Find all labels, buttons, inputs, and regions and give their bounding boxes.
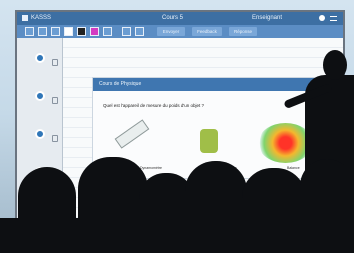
logo-icon (22, 15, 28, 21)
tool-toolbar: Envoyer Feedback Réponse (17, 25, 343, 38)
dynamometer-image (114, 119, 150, 149)
role-label: Enseignant (252, 15, 283, 21)
foreground-shadow (0, 218, 354, 253)
feedback-button[interactable]: Feedback (192, 27, 222, 36)
save-tool-icon[interactable] (135, 27, 144, 36)
lock-icon (52, 135, 58, 142)
undo-tool-icon[interactable] (122, 27, 131, 36)
pen-tool-icon[interactable] (38, 27, 47, 36)
slide-question: Quel est l'appareil de mesure du poids d… (103, 103, 205, 108)
send-button[interactable]: Envoyer (157, 27, 185, 36)
student-slot[interactable] (35, 129, 45, 139)
teacher-head (323, 50, 347, 80)
text-tool-icon[interactable] (103, 27, 112, 36)
user-icon[interactable] (319, 15, 325, 21)
lock-icon (52, 97, 58, 104)
brand-name: KASSS (31, 15, 52, 21)
menu-icon[interactable] (330, 16, 337, 21)
student-slot[interactable] (35, 91, 45, 101)
pointer-tool-icon[interactable] (25, 27, 34, 36)
app-title-bar: KASSS Cours 5 Enseignant (17, 12, 343, 25)
classroom-photo: KASSS Cours 5 Enseignant Envoyer Feedbac… (0, 0, 354, 253)
shape-tool-icon[interactable] (64, 27, 73, 36)
slide-title: Cours de Physique (93, 78, 338, 91)
caption-dynamometer: Dynamomètre (140, 166, 162, 170)
answer-button[interactable]: Réponse (229, 27, 257, 36)
course-title: Cours 5 (162, 15, 184, 21)
student-slot[interactable] (35, 53, 45, 63)
eraser-tool-icon[interactable] (51, 27, 60, 36)
magenta-pen-icon[interactable] (90, 27, 99, 36)
electronic-balance-image (200, 129, 218, 153)
color-tool-icon[interactable] (77, 27, 86, 36)
lock-icon (52, 59, 58, 66)
caption-balance: Balance (287, 166, 300, 170)
